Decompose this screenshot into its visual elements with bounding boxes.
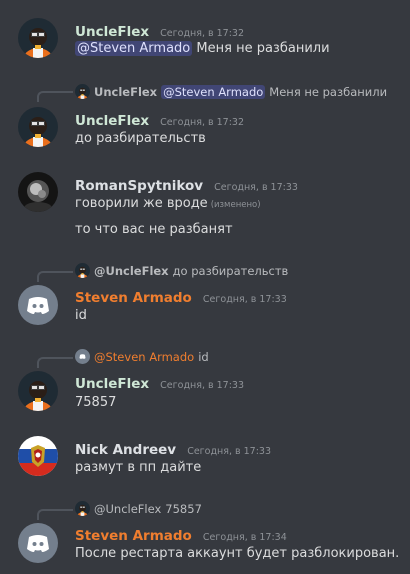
reply-text: Меня не разбанили	[269, 84, 388, 99]
reply-reference[interactable]: @Steven Armado id	[75, 349, 209, 364]
message-body: Меня не разбанили	[196, 41, 330, 56]
message-text: говорили же вроде (изменено)	[75, 196, 261, 211]
reply-text: 75857	[165, 501, 202, 516]
reply-text: id	[198, 349, 209, 364]
message-text: @Steven Armado Меня не разбанили	[75, 41, 330, 56]
avatar-uncleflex[interactable]	[18, 18, 58, 58]
avatar-uncleflex[interactable]	[18, 107, 58, 147]
reply-spine	[37, 271, 73, 282]
reply-avatar	[75, 84, 90, 99]
reply-avatar	[75, 501, 90, 516]
message-header: Nick Andreev Сегодня, в 17:33	[75, 439, 271, 458]
message-text: 75857	[75, 395, 117, 410]
user-mention[interactable]: @Steven Armado	[75, 41, 193, 56]
timestamp: Сегодня, в 17:33	[160, 380, 244, 391]
message-body: говорили же вроде	[75, 196, 208, 211]
reply-author[interactable]: @Steven Armado	[94, 350, 194, 364]
author-name[interactable]: Steven Armado	[75, 290, 192, 306]
reply-author[interactable]: @UncleFlex	[94, 502, 161, 516]
message-text: то что вас не разбанят	[75, 222, 233, 237]
edited-label: (изменено)	[210, 200, 261, 210]
avatar-uncleflex[interactable]	[18, 371, 58, 411]
message-header: Steven Armado Сегодня, в 17:33	[75, 287, 287, 306]
reply-mention: @Steven Armado	[161, 84, 266, 99]
message-header: UncleFlex Сегодня, в 17:33	[75, 373, 244, 392]
message-header: Steven Armado Сегодня, в 17:34	[75, 525, 287, 544]
reply-spine	[37, 357, 73, 368]
author-name[interactable]: UncleFlex	[75, 24, 149, 40]
reply-text: до разбирательств	[172, 263, 289, 278]
message-header: UncleFlex Сегодня, в 17:32	[75, 21, 244, 40]
message-text: id	[75, 308, 87, 323]
avatar-nickandreev[interactable]	[18, 436, 58, 476]
timestamp: Сегодня, в 17:34	[202, 532, 287, 543]
author-name[interactable]: UncleFlex	[75, 376, 149, 392]
message-text: После рестарта аккаунт будет разблокиров…	[75, 546, 400, 561]
reply-reference[interactable]: UncleFlex @Steven Armado Меня не разбани…	[75, 84, 387, 99]
timestamp: Сегодня, в 17:32	[160, 117, 244, 128]
author-name[interactable]: Steven Armado	[75, 528, 192, 544]
author-name[interactable]: Nick Andreev	[75, 442, 176, 458]
reply-reference[interactable]: @UncleFlex до разбирательств	[75, 263, 288, 278]
timestamp: Сегодня, в 17:32	[160, 28, 244, 39]
discord-icon	[75, 349, 90, 364]
reply-author[interactable]: @UncleFlex	[94, 264, 169, 278]
reply-author[interactable]: UncleFlex	[94, 85, 157, 99]
message-header: UncleFlex Сегодня, в 17:32	[75, 110, 244, 129]
timestamp: Сегодня, в 17:33	[202, 294, 287, 305]
timestamp: Сегодня, в 17:33	[214, 182, 298, 193]
reply-reference[interactable]: @UncleFlex 75857	[75, 501, 202, 516]
reply-avatar	[75, 263, 90, 278]
reply-spine	[37, 91, 73, 102]
message-header: RomanSpytnikov Сегодня, в 17:33	[75, 175, 298, 194]
timestamp: Сегодня, в 17:33	[187, 446, 272, 457]
avatar-romanspytnikov[interactable]	[18, 172, 58, 212]
author-name[interactable]: RomanSpytnikov	[75, 178, 203, 194]
reply-spine	[37, 509, 73, 520]
message-text: до разбирательств	[75, 131, 206, 146]
message-text: размут в пп дайте	[75, 460, 202, 475]
author-name[interactable]: UncleFlex	[75, 113, 149, 129]
avatar-discord-default[interactable]	[18, 523, 58, 563]
avatar-discord-default[interactable]	[18, 285, 58, 325]
